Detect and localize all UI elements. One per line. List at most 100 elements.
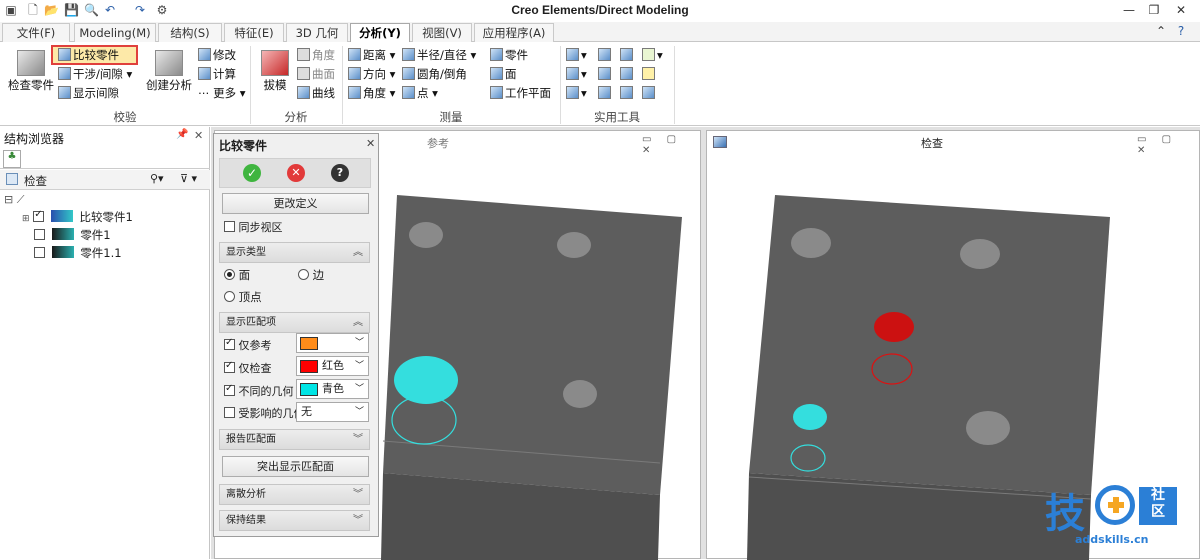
radius-icon bbox=[402, 48, 415, 61]
radio-vertex[interactable] bbox=[224, 291, 235, 302]
tool-8-button[interactable] bbox=[620, 66, 635, 82]
tool-7-button[interactable] bbox=[620, 47, 635, 63]
check-only-color-select[interactable]: 红色 ﹀ bbox=[296, 356, 369, 376]
tree-item[interactable]: 零件1 bbox=[34, 227, 111, 243]
tree-view-icon[interactable]: ♣ bbox=[3, 150, 21, 168]
tool-5-button[interactable] bbox=[598, 66, 613, 82]
measure-part-button[interactable]: 零件 bbox=[490, 47, 528, 63]
ribbon-collapse-icon[interactable]: ⌃ bbox=[1150, 23, 1172, 39]
check-only-checkbox[interactable] bbox=[224, 360, 235, 373]
compare-part-button[interactable]: 比较零件 bbox=[58, 47, 119, 63]
check-viewport[interactable]: 检查 ▭ ▢ ✕ 技 社区 addskills.cn bbox=[706, 130, 1200, 560]
reference-only-checkbox[interactable] bbox=[224, 337, 235, 350]
keep-results-header[interactable]: 保持结果 ︾ bbox=[219, 510, 370, 531]
tab-structure[interactable]: 结构(S) bbox=[158, 23, 222, 42]
help-question-icon[interactable]: ? bbox=[331, 164, 349, 182]
tab-analysis[interactable]: 分析(Y) bbox=[350, 23, 410, 43]
expand-chevron-icon[interactable]: ︾ bbox=[353, 511, 363, 531]
measure-distance-button[interactable]: 距离 ▾ bbox=[348, 47, 395, 63]
cancel-x-icon[interactable]: ✕ bbox=[287, 164, 305, 182]
tab-modeling[interactable]: Modeling(M) bbox=[74, 23, 156, 42]
tab-file[interactable]: 文件(F) bbox=[2, 23, 70, 42]
display-match-header[interactable]: 显示匹配项 ︽ bbox=[219, 312, 370, 333]
tool-12-button[interactable] bbox=[642, 85, 657, 101]
collapse-chevron-icon[interactable]: ︽ bbox=[353, 313, 363, 333]
tree-item-checkbox[interactable] bbox=[34, 247, 45, 258]
tree-item[interactable]: ⊞ 比较零件1 bbox=[22, 209, 133, 225]
restore-icon[interactable]: ❐ bbox=[1143, 2, 1165, 18]
tool-2-button[interactable]: ▾ bbox=[566, 66, 587, 82]
draft-button[interactable]: 拔模 bbox=[258, 50, 292, 92]
affected-geometry-row[interactable]: 受影响的几何 bbox=[224, 405, 296, 419]
sync-view-checkbox[interactable] bbox=[224, 221, 235, 232]
tree-root[interactable]: ⊟ ⟋ bbox=[4, 193, 24, 207]
display-type-edge[interactable]: 边 bbox=[298, 267, 324, 283]
dialog-close-icon[interactable]: ✕ bbox=[366, 137, 375, 150]
browser-close-icon[interactable]: ✕ bbox=[194, 129, 203, 142]
tool-11-button[interactable] bbox=[642, 66, 657, 82]
curve-analysis-button[interactable]: 曲线 bbox=[297, 85, 335, 101]
show-clearance-button[interactable]: 显示间隙 bbox=[58, 85, 119, 101]
measure-fillet-button[interactable]: 圆角/倒角 bbox=[402, 66, 467, 82]
tool-3-button[interactable]: ▾ bbox=[566, 85, 587, 101]
tree-item[interactable]: 零件1.1 bbox=[34, 245, 122, 261]
discrete-analysis-header[interactable]: 离散分析 ︾ bbox=[219, 484, 370, 505]
expand-icon[interactable]: ⊞ bbox=[22, 214, 30, 224]
affected-geometry-checkbox[interactable] bbox=[224, 407, 235, 418]
measure-point-button[interactable]: 点 ▾ bbox=[402, 85, 438, 101]
measure-radius-button[interactable]: 半径/直径 ▾ bbox=[402, 47, 476, 63]
radio-face[interactable] bbox=[224, 269, 235, 280]
surface-analysis-button[interactable]: 曲面 bbox=[297, 66, 335, 82]
expand-chevron-icon[interactable]: ︾ bbox=[353, 430, 363, 450]
tool-5-icon bbox=[598, 67, 611, 80]
list-view-icon[interactable] bbox=[6, 173, 18, 185]
check-only-row[interactable]: 仅检查 bbox=[224, 360, 272, 376]
measure-face-button[interactable]: 面 bbox=[490, 66, 517, 82]
radio-edge[interactable] bbox=[298, 269, 309, 280]
modify-button[interactable]: 修改 bbox=[198, 47, 236, 63]
tab-applications[interactable]: 应用程序(A) bbox=[474, 23, 554, 42]
filter-icon[interactable]: ⊽ ▾ bbox=[180, 172, 197, 185]
tool-4-button[interactable] bbox=[598, 47, 613, 63]
highlight-matching-faces-button[interactable]: 突出显示匹配面 bbox=[222, 456, 369, 477]
ok-check-icon[interactable]: ✓ bbox=[243, 164, 261, 182]
collapse-chevron-icon[interactable]: ︽ bbox=[353, 243, 363, 263]
redefine-button[interactable]: 更改定义 bbox=[222, 193, 369, 214]
different-geometry-checkbox[interactable] bbox=[224, 383, 235, 396]
create-analysis-button[interactable]: 创建分析 bbox=[145, 50, 193, 92]
binoculars-icon[interactable]: ⚲▾ bbox=[150, 172, 164, 185]
tree-item-checkbox[interactable] bbox=[34, 229, 45, 240]
interference-button[interactable]: 干涉/间隙 ▾ bbox=[58, 66, 132, 82]
measure-angle-button[interactable]: 角度 ▾ bbox=[348, 85, 395, 101]
tab-features[interactable]: 特征(E) bbox=[224, 23, 284, 42]
tab-3d-geometry[interactable]: 3D 几何 bbox=[286, 23, 348, 42]
check-part-button[interactable]: 检查零件 bbox=[8, 50, 54, 92]
pin-icon[interactable]: 📌 bbox=[176, 129, 188, 140]
tool-1-button[interactable]: ▾ bbox=[566, 47, 587, 63]
close-icon[interactable]: ✕ bbox=[1170, 2, 1192, 18]
sync-view-row[interactable]: 同步视区 bbox=[224, 219, 283, 235]
measure-workplane-button[interactable]: 工作平面 bbox=[490, 85, 551, 101]
tool-6-button[interactable] bbox=[598, 85, 613, 101]
tab-view[interactable]: 视图(V) bbox=[412, 23, 472, 42]
affected-geometry-color-select[interactable]: 无 ﹀ bbox=[296, 402, 369, 422]
help-icon[interactable]: ? bbox=[1170, 23, 1192, 39]
tool-10-button[interactable]: ▾ bbox=[642, 47, 663, 63]
minimize-icon[interactable]: — bbox=[1118, 2, 1140, 18]
angle-analysis-button[interactable]: 角度 bbox=[297, 47, 335, 63]
different-geometry-color-select[interactable]: 青色 ﹀ bbox=[296, 379, 369, 399]
expand-chevron-icon[interactable]: ︾ bbox=[353, 485, 363, 505]
display-type-face[interactable]: 面 bbox=[224, 267, 250, 283]
reference-only-color-select[interactable]: ﹀ bbox=[296, 333, 369, 353]
measure-direction-button[interactable]: 方向 ▾ bbox=[348, 66, 395, 82]
display-type-vertex[interactable]: 顶点 bbox=[224, 289, 262, 305]
different-geometry-row[interactable]: 不同的几何 bbox=[224, 383, 294, 399]
tool-9-button[interactable] bbox=[620, 85, 635, 101]
reference-only-row[interactable]: 仅参考 bbox=[224, 337, 272, 353]
display-type-header[interactable]: 显示类型 ︽ bbox=[219, 242, 370, 263]
report-matching-faces-header[interactable]: 报告匹配面 ︾ bbox=[219, 429, 370, 450]
calculate-button[interactable]: 计算 bbox=[198, 66, 236, 82]
tree-item-checkbox[interactable] bbox=[33, 209, 45, 222]
more-button[interactable]: ⋯ 更多 ▾ bbox=[198, 85, 246, 101]
filter-label: 检查 bbox=[24, 174, 47, 188]
